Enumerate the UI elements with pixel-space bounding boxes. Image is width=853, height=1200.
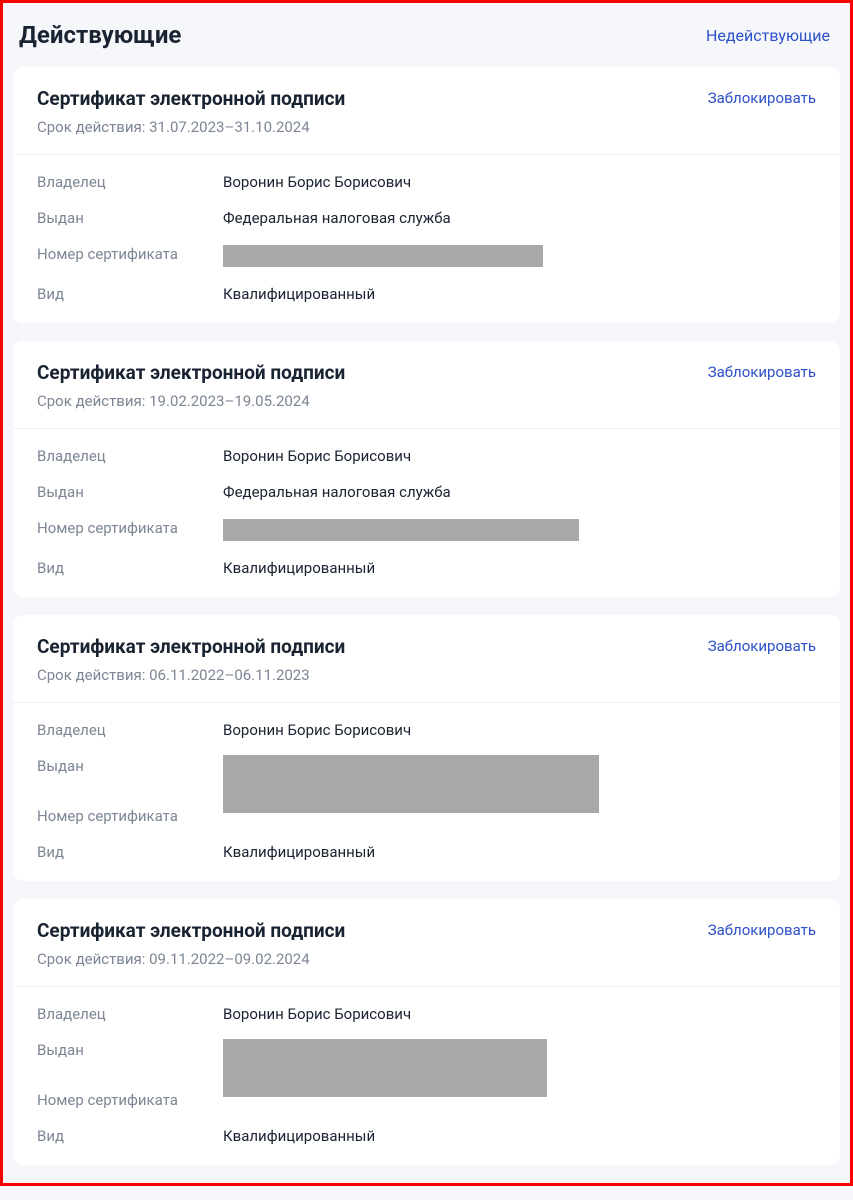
tab-inactive[interactable]: Недействующие [706, 26, 830, 45]
certificate-card: Сертификат электронной подписи Срок дейс… [13, 67, 840, 323]
type-value: Квалифицированный [223, 559, 375, 577]
certificate-card: Сертификат электронной подписи Срок дейс… [13, 341, 840, 597]
owner-label: Владелец [37, 447, 223, 465]
card-body: Владелец Воронин Борис Борисович Выдан Н… [13, 987, 840, 1165]
card-title-block: Сертификат электронной подписи Срок дейс… [37, 635, 345, 684]
row-type: Вид Квалифицированный [37, 285, 816, 303]
issued-by-label: Выдан [37, 209, 223, 227]
type-value: Квалифицированный [223, 285, 375, 303]
cert-number-label: Номер сертификата [37, 1057, 223, 1109]
type-label: Вид [37, 1127, 223, 1145]
row-issued-by: Выдан Федеральная налоговая служба [37, 209, 816, 227]
card-title-block: Сертификат электронной подписи Срок дейс… [37, 361, 345, 410]
row-type: Вид Квалифицированный [37, 1127, 816, 1145]
row-issued-by: Выдан Федеральная налоговая служба [37, 483, 816, 501]
row-cert-number: Номер сертификата [37, 245, 816, 267]
cert-number-redacted [223, 519, 579, 541]
page-header: Действующие Недействующие [3, 3, 850, 67]
card-body: Владелец Воронин Борис Борисович Выдан Ф… [13, 429, 840, 597]
issued-by-value: Федеральная налоговая служба [223, 483, 451, 501]
validity-period: Срок действия: 06.11.2022–06.11.2023 [37, 666, 345, 684]
card-header: Сертификат электронной подписи Срок дейс… [13, 615, 840, 703]
card-title-block: Сертификат электронной подписи Срок дейс… [37, 87, 345, 136]
card-header: Сертификат электронной подписи Срок дейс… [13, 341, 840, 429]
type-label: Вид [37, 843, 223, 861]
cert-number-label: Номер сертификата [37, 773, 223, 825]
issued-by-value: Федеральная налоговая служба [223, 209, 451, 227]
card-title: Сертификат электронной подписи [37, 635, 345, 658]
owner-label: Владелец [37, 173, 223, 191]
certificate-card: Сертификат электронной подписи Срок дейс… [13, 899, 840, 1165]
block-button[interactable]: Заблокировать [708, 919, 816, 939]
validity-period: Срок действия: 19.02.2023–19.05.2024 [37, 392, 345, 410]
card-body: Владелец Воронин Борис Борисович Выдан Н… [13, 703, 840, 881]
cert-number-redacted [223, 245, 543, 267]
block-button[interactable]: Заблокировать [708, 87, 816, 107]
owner-value: Воронин Борис Борисович [223, 173, 411, 191]
type-value: Квалифицированный [223, 843, 375, 861]
row-owner: Владелец Воронин Борис Борисович [37, 447, 816, 465]
row-cert-number: Номер сертификата [37, 1057, 816, 1109]
card-title: Сертификат электронной подписи [37, 919, 345, 942]
row-owner: Владелец Воронин Борис Борисович [37, 173, 816, 191]
cert-number-label: Номер сертификата [37, 519, 223, 537]
row-owner: Владелец Воронин Борис Борисович [37, 1005, 816, 1023]
owner-value: Воронин Борис Борисович [223, 447, 411, 465]
row-cert-number: Номер сертификата [37, 519, 816, 541]
page-title: Действующие [19, 21, 181, 49]
row-type: Вид Квалифицированный [37, 559, 816, 577]
issued-by-label: Выдан [37, 483, 223, 501]
row-owner: Владелец Воронин Борис Борисович [37, 721, 816, 739]
owner-value: Воронин Борис Борисович [223, 1005, 411, 1023]
owner-label: Владелец [37, 1005, 223, 1023]
owner-value: Воронин Борис Борисович [223, 721, 411, 739]
validity-period: Срок действия: 09.11.2022–09.02.2024 [37, 950, 345, 968]
row-type: Вид Квалифицированный [37, 843, 816, 861]
block-button[interactable]: Заблокировать [708, 635, 816, 655]
certificate-card: Сертификат электронной подписи Срок дейс… [13, 615, 840, 881]
block-button[interactable]: Заблокировать [708, 361, 816, 381]
card-header: Сертификат электронной подписи Срок дейс… [13, 67, 840, 155]
card-title: Сертификат электронной подписи [37, 87, 345, 110]
cert-number-label: Номер сертификата [37, 245, 223, 263]
card-title: Сертификат электронной подписи [37, 361, 345, 384]
row-cert-number: Номер сертификата [37, 773, 816, 825]
owner-label: Владелец [37, 721, 223, 739]
type-value: Квалифицированный [223, 1127, 375, 1145]
card-title-block: Сертификат электронной подписи Срок дейс… [37, 919, 345, 968]
type-label: Вид [37, 285, 223, 303]
card-header: Сертификат электронной подписи Срок дейс… [13, 899, 840, 987]
validity-period: Срок действия: 31.07.2023–31.10.2024 [37, 118, 345, 136]
type-label: Вид [37, 559, 223, 577]
card-body: Владелец Воронин Борис Борисович Выдан Ф… [13, 155, 840, 323]
